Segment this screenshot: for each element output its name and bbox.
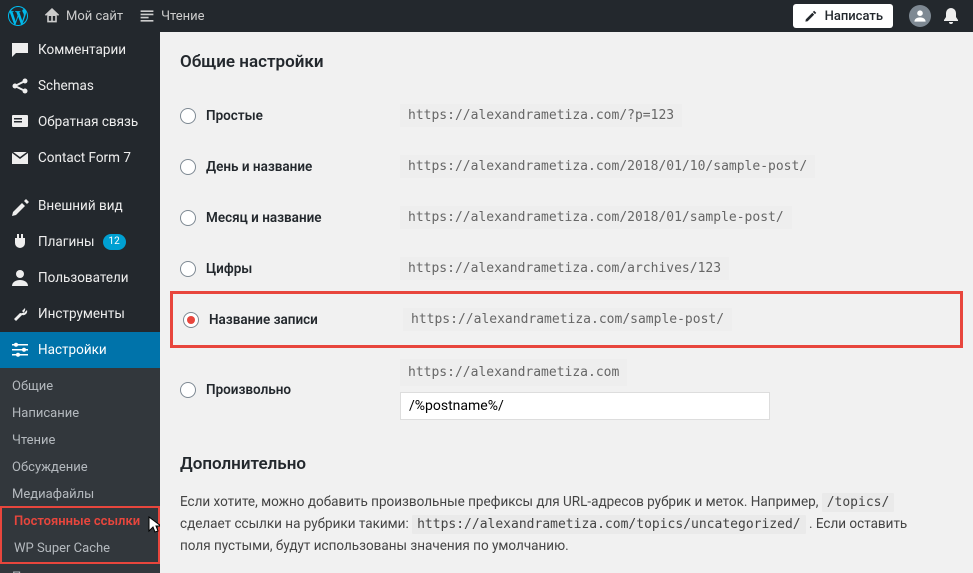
- option-label: День и название: [206, 159, 312, 175]
- desc-code1: /topics/: [822, 493, 895, 512]
- adminbar-right: Написать: [793, 0, 965, 32]
- adminbar-reader-label: Чтение: [161, 9, 204, 24]
- adminbar-reader[interactable]: Чтение: [131, 0, 212, 32]
- option-label: Простые: [206, 108, 263, 124]
- desc-part1: Если хотите, можно добавить произвольные…: [180, 494, 822, 510]
- sidebar-item-tools[interactable]: Инструменты: [0, 296, 160, 332]
- permalink-option-row: Простые https://alexandrametiza.com/?p=12…: [180, 90, 953, 141]
- settings-icon: [10, 340, 30, 360]
- sidebar-item-appearance[interactable]: Внешний вид: [0, 188, 160, 224]
- url-sample: https://alexandrametiza.com/sample-post/: [403, 308, 732, 331]
- mail-icon: [10, 148, 30, 168]
- share-icon: [10, 76, 30, 96]
- wordpress-icon: [8, 6, 28, 26]
- avatar[interactable]: [909, 5, 931, 27]
- url-sample: https://alexandrametiza.com/archives/123: [400, 257, 729, 280]
- plugins-badge: 12: [103, 234, 126, 250]
- additional-description: Если хотите, можно добавить произвольные…: [180, 492, 940, 557]
- submenu-discussion[interactable]: Обсуждение: [0, 454, 160, 481]
- desc-part2: сделает ссылки на рубрики такими:: [180, 516, 412, 532]
- sidebar-item-contactform7[interactable]: Contact Form 7: [0, 140, 160, 176]
- submenu-wpsupercache[interactable]: WP Super Cache: [0, 535, 160, 564]
- url-sample: https://alexandrametiza.com/?p=123: [400, 104, 682, 127]
- url-sample: https://alexandrametiza.com/2018/01/samp…: [400, 206, 792, 229]
- submenu-permalinks-label: Постоянные ссылки: [14, 514, 140, 529]
- appearance-icon: [10, 196, 30, 216]
- sidebar-item-comments[interactable]: Комментарии: [0, 32, 160, 68]
- sidebar-item-label: Комментарии: [38, 42, 126, 58]
- radio-button[interactable]: [180, 261, 196, 277]
- permalink-heading: Общие настройки: [180, 52, 953, 72]
- option-label: Цифры: [206, 261, 252, 277]
- permalink-option-row: Произвольно https://alexandrametiza.com: [180, 345, 953, 434]
- permalink-option[interactable]: Произвольно: [180, 382, 380, 398]
- option-label: Название записи: [209, 312, 318, 328]
- radio-button[interactable]: [180, 108, 196, 124]
- radio-button[interactable]: [183, 312, 199, 328]
- permalink-option-row: Месяц и название https://alexandrametiza.…: [180, 192, 953, 243]
- bell-icon: [941, 6, 961, 26]
- sidebar-item-label: Contact Form 7: [38, 150, 131, 166]
- permalink-option[interactable]: День и название: [180, 159, 380, 175]
- permalink-option[interactable]: Простые: [180, 108, 380, 124]
- admin-bar: Мой сайт Чтение Написать: [0, 0, 973, 32]
- submenu-writing[interactable]: Написание: [0, 400, 160, 427]
- permalink-option-row: День и название https://alexandrametiza.c…: [180, 141, 953, 192]
- site-name-link[interactable]: Мой сайт: [36, 0, 131, 32]
- radio-button[interactable]: [180, 210, 196, 226]
- write-label: Написать: [825, 9, 883, 24]
- permalink-option-row: Название записи https://alexandrametiza.c…: [170, 291, 963, 348]
- submenu-share[interactable]: Поделиться: [0, 564, 160, 573]
- adminbar-left: Мой сайт Чтение: [0, 0, 213, 32]
- admin-sidebar: Комментарии Schemas Обратная связь Conta…: [0, 32, 160, 573]
- feedback-icon: [10, 112, 30, 132]
- option-label: Произвольно: [206, 382, 291, 398]
- comments-icon: [10, 40, 30, 60]
- sidebar-item-label: Обратная связь: [38, 114, 138, 130]
- custom-permalink-group: https://alexandrametiza.com: [400, 359, 770, 420]
- cursor-icon: [148, 516, 160, 536]
- permalink-option[interactable]: Цифры: [180, 261, 380, 277]
- radio-button[interactable]: [180, 159, 196, 175]
- permalink-option[interactable]: Месяц и название: [180, 210, 380, 226]
- pencil-icon: [803, 8, 819, 24]
- sidebar-item-users[interactable]: Пользователи: [0, 260, 160, 296]
- tools-icon: [10, 304, 30, 324]
- sidebar-item-label: Плагины: [38, 234, 95, 250]
- submenu-general[interactable]: Общие: [0, 373, 160, 400]
- desc-code2: https://alexandrametiza.com/topics/uncat…: [412, 515, 806, 534]
- radio-button[interactable]: [180, 382, 196, 398]
- reader-icon: [139, 8, 155, 24]
- notifications[interactable]: [937, 0, 965, 32]
- submenu-permalinks[interactable]: Постоянные ссылки: [0, 506, 160, 535]
- sidebar-item-schemas[interactable]: Schemas: [0, 68, 160, 104]
- sidebar-item-settings[interactable]: Настройки: [0, 332, 160, 368]
- additional-heading: Дополнительно: [180, 454, 953, 474]
- submenu-media[interactable]: Медиафайлы: [0, 481, 160, 508]
- home-icon: [44, 8, 60, 24]
- site-name: Мой сайт: [66, 9, 123, 24]
- sidebar-item-plugins[interactable]: Плагины 12: [0, 224, 160, 260]
- person-icon: [913, 9, 927, 23]
- submenu-reading[interactable]: Чтение: [0, 427, 160, 454]
- option-label: Месяц и название: [206, 210, 322, 226]
- sidebar-item-label: Настройки: [38, 342, 107, 358]
- sidebar-item-label: Schemas: [38, 78, 94, 94]
- main-layout: Комментарии Schemas Обратная связь Conta…: [0, 32, 973, 573]
- sidebar-item-label: Внешний вид: [38, 198, 123, 214]
- sidebar-item-feedback[interactable]: Обратная связь: [0, 104, 160, 140]
- plugins-icon: [10, 232, 30, 252]
- sidebar-item-label: Инструменты: [38, 306, 125, 322]
- url-sample: https://alexandrametiza.com/2018/01/10/s…: [400, 155, 815, 178]
- custom-structure-input[interactable]: [400, 392, 770, 420]
- permalink-option[interactable]: Название записи: [183, 312, 383, 328]
- wp-logo[interactable]: [0, 0, 36, 32]
- custom-url-prefix: https://alexandrametiza.com: [400, 359, 627, 386]
- permalink-option-row: Цифры https://alexandrametiza.com/archive…: [180, 243, 953, 294]
- main-content: Общие настройки Простые https://alexandra…: [160, 32, 973, 573]
- settings-submenu: Общие Написание Чтение Обсуждение Медиаф…: [0, 368, 160, 573]
- sidebar-item-label: Пользователи: [38, 270, 129, 286]
- users-icon: [10, 268, 30, 288]
- write-button[interactable]: Написать: [793, 4, 893, 28]
